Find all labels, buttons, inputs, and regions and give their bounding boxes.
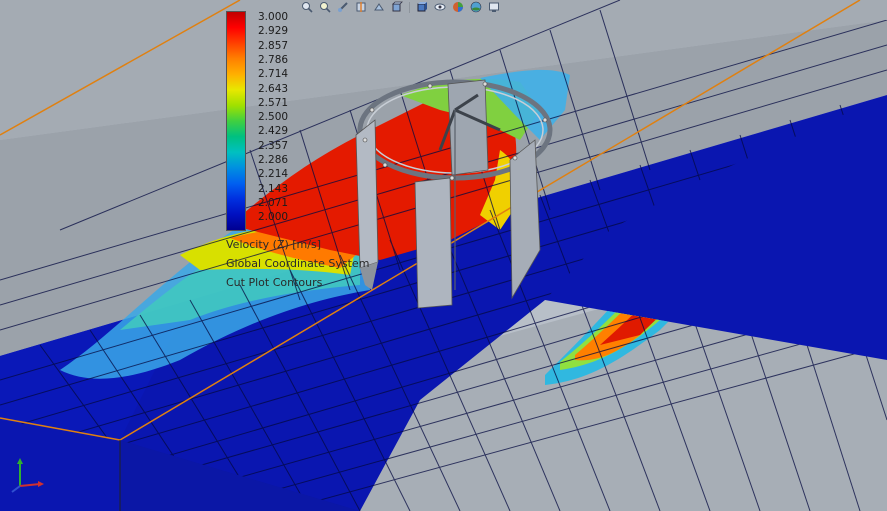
coordinate-triad-icon [11, 458, 44, 493]
legend-tick-label: 2.929 [258, 25, 289, 38]
legend-tick-label: 2.071 [258, 196, 289, 209]
legend-tick-label: 2.357 [258, 139, 289, 152]
edit-appearance-icon [453, 2, 463, 12]
edit-appearance-button[interactable] [451, 1, 465, 13]
legend-info: Velocity (Z) [m/s] Global Coordinate Sys… [226, 235, 369, 292]
flow-simulation-scene [0, 0, 887, 511]
legend-tick-label: 2.143 [258, 182, 289, 195]
zoom-to-area-button[interactable] [318, 1, 332, 13]
previous-view-button[interactable] [336, 1, 350, 13]
graphics-viewport[interactable]: 3.000 2.929 2.857 2.786 2.714 2.643 2.571 2.500… [0, 0, 887, 511]
dynamic-annotation-button[interactable] [372, 1, 386, 13]
legend-tick-label: 2.714 [258, 68, 289, 81]
section-view-button[interactable] [354, 1, 368, 13]
previous-view-icon [338, 2, 348, 12]
view-settings-button[interactable] [487, 1, 501, 13]
heads-up-view-toolbar [300, 0, 501, 14]
zoom-to-fit-icon [302, 2, 313, 13]
legend-quantity-label: Velocity (Z) [m/s] [226, 238, 321, 251]
apply-scene-icon [470, 1, 482, 13]
apply-scene-button[interactable] [469, 1, 483, 13]
legend-tick-label: 2.786 [258, 53, 289, 66]
legend-tick-label: 2.214 [258, 168, 289, 181]
legend-tick-label: 3.000 [258, 11, 289, 23]
view-settings-icon [489, 2, 499, 12]
legend-tick-label: 2.643 [258, 82, 289, 95]
hide-show-items-button[interactable] [433, 1, 447, 13]
legend-tick-label: 2.857 [258, 39, 289, 52]
legend-tick-label: 2.000 [258, 211, 289, 224]
hide-show-items-icon [434, 3, 446, 11]
view-orientation-button[interactable] [390, 1, 404, 13]
section-view-icon [356, 2, 366, 12]
legend-color-bar [226, 11, 246, 231]
legend-plot-type-label: Cut Plot Contours [226, 276, 323, 289]
toolbar-separator [409, 1, 410, 13]
zoom-to-fit-button[interactable] [300, 1, 314, 13]
legend-tick-label: 2.500 [258, 111, 289, 124]
legend-tick-label: 2.429 [258, 125, 289, 138]
view-orientation-icon [392, 1, 403, 12]
dynamic-annotation-icon [374, 3, 384, 11]
zoom-to-area-icon [320, 2, 331, 13]
legend-coordinate-system-label: Global Coordinate System [226, 257, 370, 270]
display-style-button[interactable] [415, 1, 429, 13]
display-style-icon [417, 2, 427, 12]
legend-tick-label: 2.286 [258, 154, 289, 166]
legend-tick-label: 2.571 [258, 96, 289, 109]
